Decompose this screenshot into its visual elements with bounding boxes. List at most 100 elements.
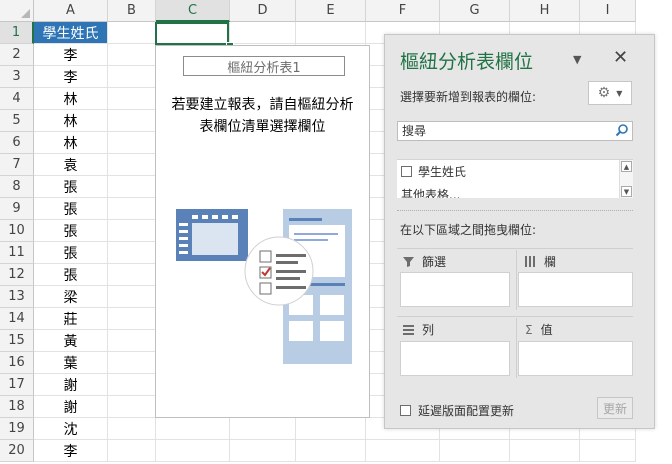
cell-a9[interactable]: 張 [34,198,108,220]
cell-a12[interactable]: 張 [34,264,108,286]
cell-a5[interactable]: 林 [34,110,108,132]
row-header-12[interactable]: 12 [0,264,34,286]
row-header-2[interactable]: 2 [0,44,34,66]
pane-options-chevron-icon[interactable]: ▼ [573,53,581,66]
row-header-6[interactable]: 6 [0,132,34,154]
cell-a20[interactable]: 李 [34,440,108,462]
cell-a2[interactable]: 李 [34,44,108,66]
column-header-g[interactable]: G [440,0,510,22]
rows-drop-area[interactable] [400,341,510,376]
scroll-up-icon[interactable]: ▲ [621,161,632,172]
cell-b19[interactable] [108,418,156,440]
select-all-corner[interactable] [0,0,34,22]
cell-h20[interactable] [510,440,580,462]
cell-c19[interactable] [156,418,230,440]
cell-a7[interactable]: 袁 [34,154,108,176]
cell-a4[interactable]: 林 [34,88,108,110]
row-header-13[interactable]: 13 [0,286,34,308]
column-header-c[interactable]: C [156,0,230,22]
cell-b5[interactable] [108,110,156,132]
cell-a18[interactable]: 謝 [34,396,108,418]
row-header-4[interactable]: 4 [0,88,34,110]
cell-b14[interactable] [108,308,156,330]
cell-a8[interactable]: 張 [34,176,108,198]
field-item-more-tables[interactable]: 其他表格... [401,186,460,198]
cell-g20[interactable] [440,440,510,462]
cell-b10[interactable] [108,220,156,242]
field-item-student-surname[interactable]: 學生姓氏 [401,163,466,180]
cell-e20[interactable] [296,440,366,462]
row-header-9[interactable]: 9 [0,198,34,220]
cell-a11[interactable]: 張 [34,242,108,264]
cell-a10[interactable]: 張 [34,220,108,242]
cell-b11[interactable] [108,242,156,264]
cell-b2[interactable] [108,44,156,66]
cell-a15[interactable]: 黃 [34,330,108,352]
row-header-14[interactable]: 14 [0,308,34,330]
row-header-3[interactable]: 3 [0,66,34,88]
cell-a17[interactable]: 謝 [34,374,108,396]
cell-b3[interactable] [108,66,156,88]
columns-drop-area[interactable] [518,272,633,307]
cell-d19[interactable] [230,418,296,440]
row-header-19[interactable]: 19 [0,418,34,440]
cell-a1[interactable]: 學生姓氏 [34,22,108,44]
field-checkbox[interactable] [401,166,412,177]
cell-b9[interactable] [108,198,156,220]
row-header-18[interactable]: 18 [0,396,34,418]
update-button[interactable]: 更新 [597,397,633,419]
cell-c20[interactable] [156,440,230,462]
active-cell-c1[interactable] [155,22,229,45]
cell-a6[interactable]: 林 [34,132,108,154]
row-header-11[interactable]: 11 [0,242,34,264]
row-header-1[interactable]: 1 [0,22,34,44]
cell-b7[interactable] [108,154,156,176]
row-header-7[interactable]: 7 [0,154,34,176]
cell-b1[interactable] [108,22,156,44]
row-header-16[interactable]: 16 [0,352,34,374]
cell-d20[interactable] [230,440,296,462]
cell-a3[interactable]: 李 [34,66,108,88]
cell-b4[interactable] [108,88,156,110]
cell-b18[interactable] [108,396,156,418]
row-header-17[interactable]: 17 [0,374,34,396]
cell-a14[interactable]: 莊 [34,308,108,330]
row-header-10[interactable]: 10 [0,220,34,242]
cell-b8[interactable] [108,176,156,198]
values-drop-area[interactable] [518,341,633,376]
cell-b12[interactable] [108,264,156,286]
scroll-down-icon[interactable]: ▼ [621,186,632,197]
field-list-scrollbar[interactable]: ▲ ▼ [619,160,633,198]
column-header-d[interactable]: D [230,0,296,22]
cell-b6[interactable] [108,132,156,154]
column-header-b[interactable]: B [108,0,156,22]
defer-layout-update[interactable]: 延遲版面配置更新 [400,402,514,419]
cell-a19[interactable]: 沈 [34,418,108,440]
row-header-8[interactable]: 8 [0,176,34,198]
defer-checkbox[interactable] [400,405,411,416]
tools-button[interactable]: ⚙ ▼ [588,81,632,105]
cell-i20[interactable] [580,440,636,462]
column-header-h[interactable]: H [510,0,580,22]
row-header-15[interactable]: 15 [0,330,34,352]
row-header-20[interactable]: 20 [0,440,34,462]
filters-drop-area[interactable] [400,272,510,307]
search-input[interactable]: 搜尋 [397,121,633,141]
cell-d1[interactable] [230,22,296,44]
cell-b15[interactable] [108,330,156,352]
cell-a13[interactable]: 梁 [34,286,108,308]
cell-b13[interactable] [108,286,156,308]
cell-a16[interactable]: 葉 [34,352,108,374]
cell-f20[interactable] [366,440,440,462]
column-header-i[interactable]: I [580,0,636,22]
column-header-a[interactable]: A [34,0,108,22]
row-header-5[interactable]: 5 [0,110,34,132]
column-header-e[interactable]: E [296,0,366,22]
close-icon[interactable]: ✕ [613,47,628,68]
cell-b16[interactable] [108,352,156,374]
cell-e1[interactable] [296,22,366,44]
cell-b17[interactable] [108,374,156,396]
column-header-f[interactable]: F [366,0,440,22]
pivot-table-placeholder[interactable]: 樞紐分析表1 若要建立報表，請自樞紐分析 表欄位清單選擇欄位 [155,45,370,418]
cell-b20[interactable] [108,440,156,462]
